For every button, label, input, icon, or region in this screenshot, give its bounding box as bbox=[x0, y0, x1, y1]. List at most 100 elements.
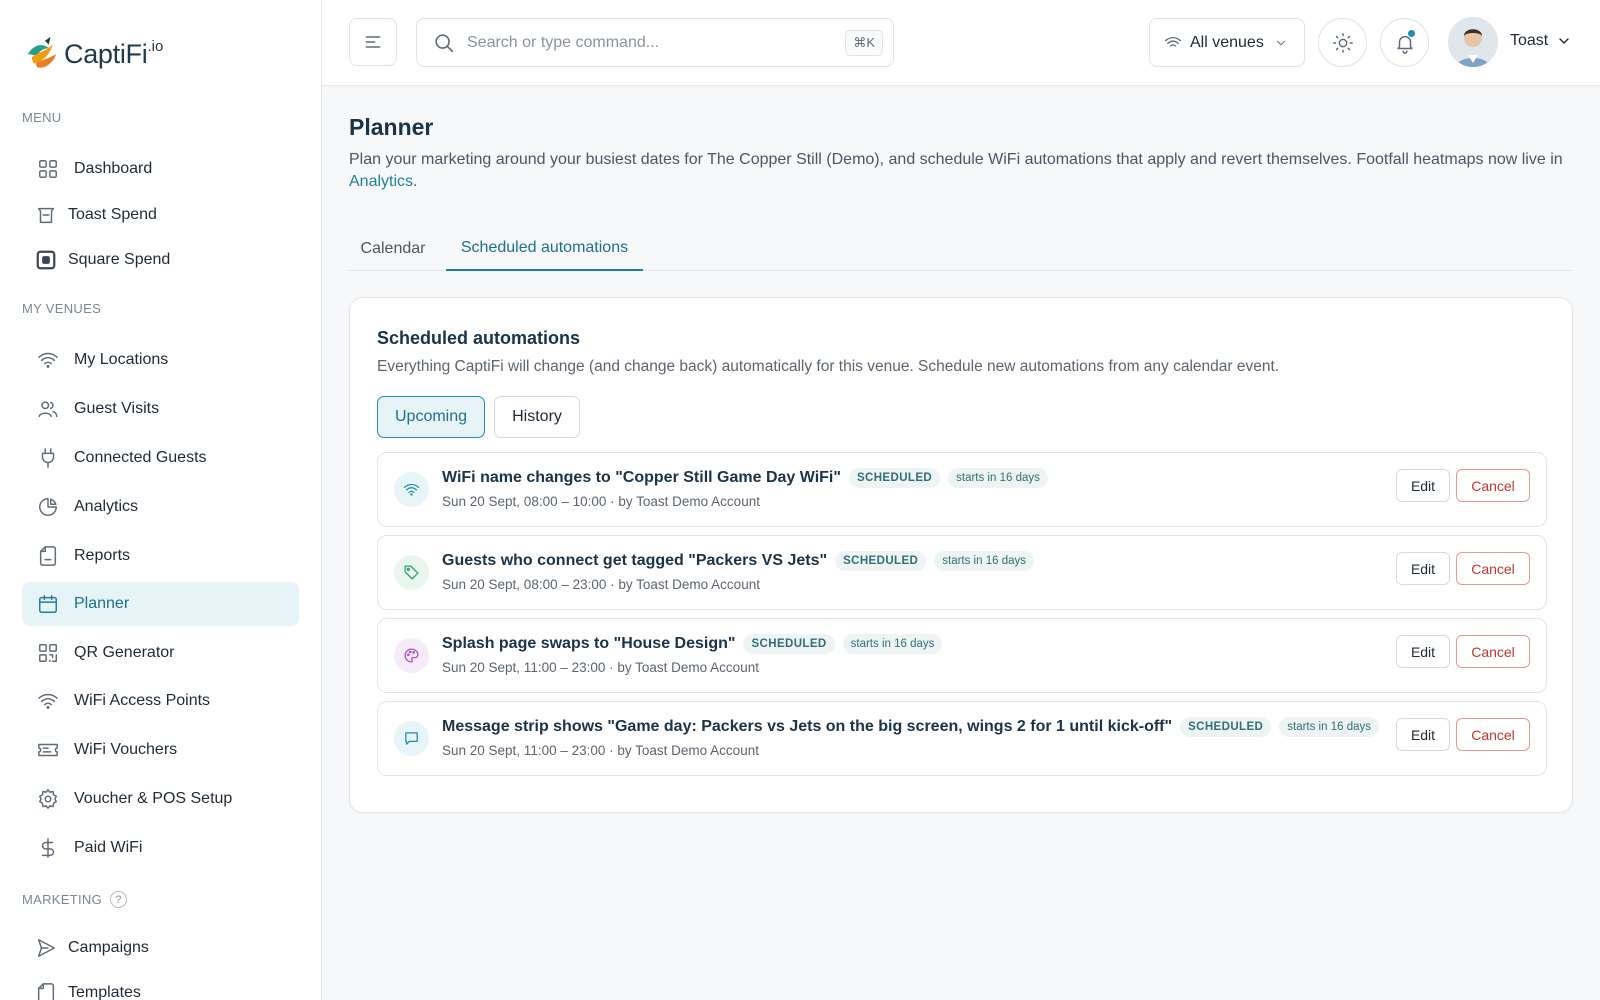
cancel-button[interactable]: Cancel bbox=[1456, 469, 1530, 502]
brand-suffix: .io bbox=[147, 37, 164, 55]
starts-badge: starts in 16 days bbox=[1279, 717, 1379, 737]
section-marketing-label: MARKETING bbox=[22, 892, 102, 907]
filter-upcoming-button[interactable]: Upcoming bbox=[377, 396, 485, 438]
brand-name: CaptiFi bbox=[64, 38, 148, 69]
automation-title: WiFi name changes to "Copper Still Game … bbox=[442, 469, 841, 486]
sidebar-item-campaigns[interactable]: Campaigns bbox=[22, 926, 299, 970]
automation-meta: Sun 20 Sept, 08:00 – 10:00 · by Toast De… bbox=[442, 494, 760, 509]
sidebar-item-label: Templates bbox=[68, 984, 141, 1000]
sidebar-item-connected-guests[interactable]: Connected Guests bbox=[22, 436, 299, 480]
starts-badge: starts in 16 days bbox=[934, 551, 1034, 571]
users-icon bbox=[36, 397, 60, 421]
venue-select[interactable]: All venues bbox=[1149, 18, 1305, 67]
sidebar-item-guest-visits[interactable]: Guest Visits bbox=[22, 387, 299, 431]
automation-row-header: Guests who connect get tagged "Packers V… bbox=[442, 551, 1034, 571]
gear-icon bbox=[36, 787, 60, 811]
user-name-label: Toast bbox=[1510, 32, 1549, 49]
edit-button[interactable]: Edit bbox=[1396, 635, 1450, 668]
plug-icon bbox=[36, 446, 60, 470]
venue-select-label: All venues bbox=[1190, 33, 1264, 51]
sidebar-item-paid-wifi[interactable]: Paid WiFi bbox=[22, 826, 299, 870]
sidebar-item-label: Square Spend bbox=[68, 251, 171, 268]
search-input[interactable] bbox=[467, 33, 827, 52]
edit-button[interactable]: Edit bbox=[1396, 469, 1450, 502]
cancel-button[interactable]: Cancel bbox=[1456, 552, 1530, 585]
dollar-icon bbox=[36, 836, 60, 860]
sidebar-item-wifi-access-points[interactable]: WiFi Access Points bbox=[22, 679, 299, 723]
sidebar-item-label: Dashboard bbox=[74, 160, 153, 177]
message-icon bbox=[394, 721, 429, 756]
automation-row: Guests who connect get tagged "Packers V… bbox=[377, 535, 1547, 610]
sidebar-item-toast-spend[interactable]: Toast Spend bbox=[22, 193, 299, 237]
edit-button[interactable]: Edit bbox=[1396, 552, 1450, 585]
automation-row: Message strip shows "Game day: Packers v… bbox=[377, 701, 1547, 776]
theme-toggle-button[interactable] bbox=[1318, 18, 1367, 67]
card-description: Everything CaptiFi will change (and chan… bbox=[377, 358, 1280, 375]
sidebar-item-label: Paid WiFi bbox=[74, 839, 143, 856]
automation-title: Message strip shows "Game day: Packers v… bbox=[442, 718, 1173, 735]
sidebar-item-reports[interactable]: Reports bbox=[22, 534, 299, 578]
wifi-icon bbox=[1164, 36, 1182, 47]
status-badge: SCHEDULED bbox=[848, 468, 941, 488]
automation-title: Guests who connect get tagged "Packers V… bbox=[442, 552, 828, 569]
topbar: ⌘K All venues Toast bbox=[322, 0, 1600, 86]
menu-toggle-button[interactable] bbox=[349, 18, 397, 66]
automation-meta: Sun 20 Sept, 11:00 – 23:00 · by Toast De… bbox=[442, 743, 759, 758]
chevron-down-icon bbox=[1276, 40, 1285, 45]
sidebar-item-qr-generator[interactable]: QR Generator bbox=[22, 631, 299, 675]
automation-row-header: Splash page swaps to "House Design" SCHED… bbox=[442, 634, 943, 654]
wifi-icon bbox=[36, 689, 60, 713]
sidebar-item-label: Reports bbox=[74, 547, 131, 564]
edit-button[interactable]: Edit bbox=[1396, 718, 1450, 751]
planner-tabs: Calendar Scheduled automations bbox=[349, 226, 1573, 271]
sidebar-item-square-spend[interactable]: Square Spend bbox=[22, 238, 299, 282]
automation-title: Splash page swaps to "House Design" bbox=[442, 635, 736, 652]
document-icon bbox=[34, 981, 58, 1000]
sidebar-item-planner[interactable]: Planner bbox=[22, 582, 299, 626]
palette-icon bbox=[394, 638, 429, 673]
sidebar-item-analytics[interactable]: Analytics bbox=[22, 485, 299, 529]
search-icon bbox=[435, 33, 454, 52]
status-badge: SCHEDULED bbox=[743, 634, 835, 654]
pie-chart-icon bbox=[36, 495, 60, 519]
send-icon bbox=[34, 936, 58, 960]
sidebar-item-label: WiFi Access Points bbox=[74, 692, 211, 709]
notification-dot bbox=[1407, 29, 1416, 38]
user-menu[interactable]: Toast bbox=[1510, 32, 1572, 50]
section-menu: MENU bbox=[22, 110, 62, 125]
sidebar-item-dashboard[interactable]: Dashboard bbox=[22, 147, 299, 191]
sidebar-item-label: Toast Spend bbox=[68, 206, 157, 223]
sidebar-item-voucher-pos-setup[interactable]: Voucher & POS Setup bbox=[22, 777, 299, 821]
page-title: Planner bbox=[349, 114, 434, 140]
filter-history-button[interactable]: History bbox=[494, 396, 580, 438]
sidebar-item-templates[interactable]: Templates bbox=[22, 971, 299, 1000]
card-title: Scheduled automations bbox=[377, 328, 581, 348]
document-icon bbox=[36, 544, 60, 568]
captifi-logo[interactable]: CaptiFi .io bbox=[24, 34, 163, 74]
analytics-link[interactable]: Analytics bbox=[349, 173, 413, 190]
wifi-icon bbox=[36, 348, 60, 372]
avatar[interactable] bbox=[1448, 17, 1498, 67]
sidebar-item-label: Campaigns bbox=[68, 939, 149, 956]
chevron-down-icon bbox=[1559, 38, 1569, 44]
tab-calendar[interactable]: Calendar bbox=[349, 226, 437, 271]
menu-icon bbox=[365, 36, 381, 48]
page-description-end: . bbox=[413, 173, 418, 190]
search-box[interactable]: ⌘K bbox=[416, 18, 894, 67]
automation-meta: Sun 20 Sept, 11:00 – 23:00 · by Toast De… bbox=[442, 660, 759, 675]
sidebar-item-wifi-vouchers[interactable]: WiFi Vouchers bbox=[22, 728, 299, 772]
page-description: Plan your marketing around your busiest … bbox=[349, 149, 1579, 193]
help-icon[interactable]: ? bbox=[109, 891, 127, 908]
cancel-button[interactable]: Cancel bbox=[1456, 635, 1530, 668]
notifications-button[interactable] bbox=[1380, 18, 1429, 67]
sidebar-item-label: Planner bbox=[74, 595, 130, 612]
tab-scheduled-automations[interactable]: Scheduled automations bbox=[446, 226, 643, 271]
ticket-icon bbox=[36, 738, 60, 762]
status-badge: SCHEDULED bbox=[835, 551, 927, 571]
sidebar-item-my-locations[interactable]: My Locations bbox=[22, 338, 299, 382]
cancel-button[interactable]: Cancel bbox=[1456, 718, 1530, 751]
tag-icon bbox=[394, 555, 429, 590]
starts-badge: starts in 16 days bbox=[948, 468, 1048, 488]
section-my-venues: MY VENUES bbox=[22, 301, 102, 316]
automation-row-header: WiFi name changes to "Copper Still Game … bbox=[442, 468, 1048, 488]
